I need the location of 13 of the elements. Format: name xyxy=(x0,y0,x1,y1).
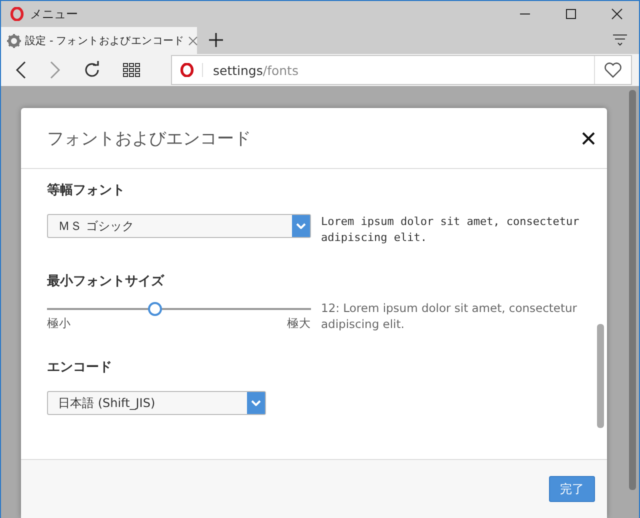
browser-tab[interactable]: 設定 - フォントおよびエンコード xyxy=(1,27,197,54)
section-heading: 等幅フォント xyxy=(47,182,126,199)
font-preview: Lorem ipsum dolor sit amet, consectetur adipiscing elit. xyxy=(321,214,580,246)
dialog-title: フォントおよびエンコード xyxy=(47,128,251,150)
max-label: 極大 xyxy=(287,316,311,331)
dropdown[interactable]: 日本語 (Shift_JIS) xyxy=(47,391,266,415)
font-preview: 12: Lorem ipsum dolor sit amet, consectetur adipiscing elit. xyxy=(321,300,578,332)
section-heading: エンコード xyxy=(47,359,113,376)
section-heading: 最小フォントサイズ xyxy=(47,273,166,290)
min-label: 極小 xyxy=(47,316,71,331)
menu-label[interactable]: メニュー xyxy=(30,6,78,23)
dropdown[interactable]: ＭＳ ゴシック xyxy=(47,214,311,238)
address-field[interactable]: settings/fonts xyxy=(171,55,632,86)
